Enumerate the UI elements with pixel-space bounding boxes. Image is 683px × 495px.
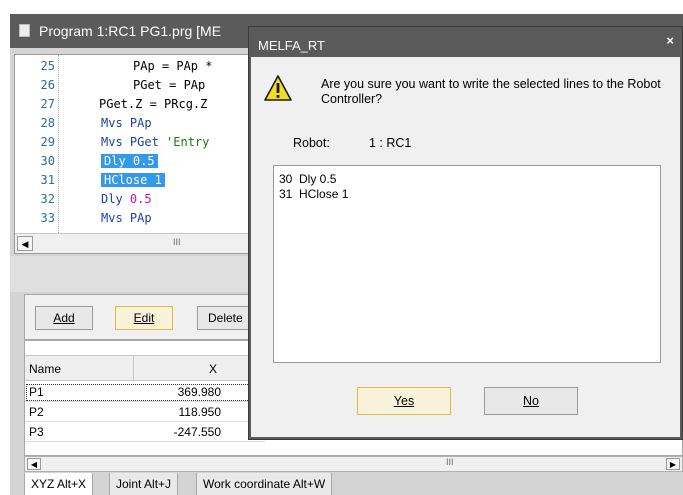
- code-text: Mvs PAp: [101, 114, 152, 132]
- edit-button-label: Edit: [133, 311, 155, 325]
- line-number: 32: [40, 192, 55, 206]
- line-number: 29: [40, 135, 55, 149]
- code-token: 0.5: [129, 192, 152, 206]
- code-token: Dly 0.5: [101, 154, 158, 168]
- row-x-value: -247.550: [173, 425, 221, 439]
- line-number: 33: [40, 211, 55, 225]
- table-header: Name X: [25, 355, 265, 382]
- dialog-title: MELFA_RT: [258, 38, 325, 53]
- code-text: PGet = PAp: [133, 76, 205, 94]
- row-x-value: 369.980: [177, 385, 221, 399]
- no-button-label: No: [523, 394, 539, 408]
- close-icon[interactable]: ×: [666, 33, 674, 48]
- column-header-x[interactable]: X: [209, 362, 217, 376]
- selected-lines-box[interactable]: 30 Dly 0.5 31 HClose 1: [273, 165, 661, 363]
- code-token: Dly: [101, 192, 130, 206]
- code-horizontal-scrollbar[interactable]: ◀ III: [15, 233, 253, 253]
- code-text: PGet.Z = PRcg.Z: [99, 95, 207, 113]
- code-line[interactable]: 26 PGet = PAp: [15, 76, 253, 94]
- code-line[interactable]: 33 Mvs PAp: [15, 209, 253, 227]
- table-row[interactable]: P3 -247.550: [25, 423, 265, 442]
- scroll-grip-icon[interactable]: III: [173, 237, 181, 247]
- code-line[interactable]: 32 Dly 0.5: [15, 190, 253, 208]
- delete-button-label: Delete: [208, 311, 243, 325]
- table-horizontal-scrollbar[interactable]: ◀ III ▶: [24, 456, 683, 472]
- yes-button[interactable]: Yes: [357, 387, 451, 415]
- code-token: PAp = PAp *: [133, 59, 220, 73]
- row-name: P1: [29, 385, 44, 399]
- dialog-titlebar[interactable]: MELFA_RT ×: [249, 27, 682, 57]
- melfa-confirm-dialog: MELFA_RT × Are you sure you want to writ…: [248, 26, 683, 440]
- code-text: Mvs PGet 'Entry: [101, 133, 209, 151]
- list-item: 31 HClose 1: [279, 187, 349, 201]
- code-token: HClose 1: [101, 173, 165, 187]
- line-number: 30: [40, 154, 55, 168]
- code-text: Dly 0.5: [101, 190, 152, 208]
- line-number: 31: [40, 173, 55, 187]
- code-line[interactable]: 28 Mvs PAp: [15, 114, 253, 132]
- edit-button[interactable]: Edit: [115, 306, 173, 330]
- code-token: PGet.Z = PRcg.Z: [99, 97, 208, 111]
- yes-button-label: Yes: [393, 394, 415, 408]
- code-text: PAp = PAp *: [133, 57, 220, 75]
- table-row[interactable]: P1 369.980: [25, 383, 265, 402]
- add-button[interactable]: Add: [35, 306, 93, 330]
- document-icon: [19, 24, 30, 37]
- confirm-message: Are you sure you want to write the selec…: [321, 77, 661, 106]
- column-header-name[interactable]: Name: [29, 362, 61, 376]
- code-line[interactable]: 27 PGet.Z = PRcg.Z: [15, 95, 253, 113]
- coordinate-tabs: XYZ Alt+X Joint Alt+J Work coordinate Al…: [24, 473, 683, 495]
- scroll-left-icon[interactable]: ◀: [27, 458, 41, 470]
- scroll-grip-icon[interactable]: III: [446, 457, 454, 467]
- code-token: Mvs PAp: [101, 211, 152, 225]
- code-line[interactable]: 31 HClose 1: [15, 171, 253, 189]
- code-text: HClose 1: [101, 171, 165, 189]
- robot-label: Robot:: [293, 136, 330, 150]
- column-divider[interactable]: [133, 356, 134, 382]
- scroll-right-icon[interactable]: ▶: [666, 458, 680, 470]
- row-name: P2: [29, 405, 44, 419]
- code-token: Mvs PAp: [101, 116, 152, 130]
- row-name: P3: [29, 425, 44, 439]
- code-token: PGet = PAp: [133, 78, 206, 92]
- tab-joint[interactable]: Joint Alt+J: [109, 473, 179, 495]
- list-item: 30 Dly 0.5: [279, 172, 337, 186]
- code-text: Mvs PAp: [101, 209, 152, 227]
- line-number: 25: [40, 59, 55, 73]
- code-line[interactable]: 30 Dly 0.5: [15, 152, 253, 170]
- code-editor[interactable]: 25 PAp = PAp * 26 PGet = PAp 27 PGet.Z = PRc…: [14, 54, 254, 254]
- code-token: Mvs PGet: [101, 135, 167, 149]
- code-text: Dly 0.5: [101, 152, 158, 170]
- line-number: 26: [40, 78, 55, 92]
- tab-xyz[interactable]: XYZ Alt+X: [24, 473, 94, 495]
- table-row[interactable]: P2 118.950: [25, 403, 265, 422]
- no-button[interactable]: No: [484, 387, 578, 415]
- tab-work-coordinate[interactable]: Work coordinate Alt+W: [196, 473, 333, 495]
- warning-icon: [264, 75, 292, 101]
- position-button-row: Add Edit Delete: [24, 294, 277, 340]
- editor-title: Program 1:RC1 PG1.prg [ME: [39, 23, 222, 39]
- robot-value: 1 : RC1: [369, 136, 412, 150]
- line-number: 28: [40, 116, 55, 130]
- add-button-label: Add: [53, 311, 75, 325]
- dialog-body: Are you sure you want to write the selec…: [251, 57, 680, 437]
- scroll-left-icon[interactable]: ◀: [17, 236, 33, 251]
- code-token: 'Entry: [166, 135, 210, 149]
- line-number: 27: [40, 97, 55, 111]
- row-x-value: 118.950: [178, 405, 222, 419]
- code-line[interactable]: 25 PAp = PAp *: [15, 57, 253, 75]
- code-line[interactable]: 29 Mvs PGet 'Entry: [15, 133, 253, 151]
